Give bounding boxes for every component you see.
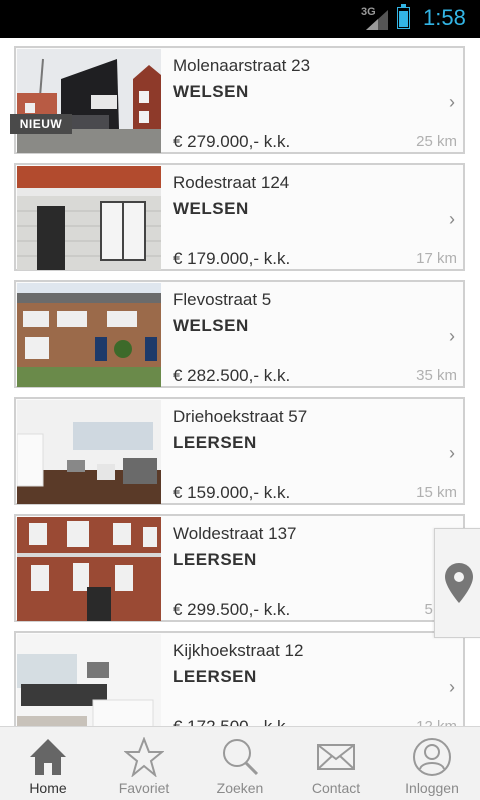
listing-street: Kijkhoekstraat 12 [173,641,304,660]
listing-street: Rodestraat 124 [173,173,290,192]
clock: 1:58 [423,5,466,30]
listing-card[interactable]: Driehoekstraat 57 LEERSEN € 159.000,- k.… [14,397,465,505]
envelope-icon [317,744,355,770]
listing-street: Flevostraat 5 [173,290,272,309]
listing-card[interactable]: Rodestraat 124 WELSEN € 179.000,- k.k. 1… [14,163,465,271]
nav-label: Favoriet [118,780,170,796]
listing-price: € 172.500,- k.k. [173,717,290,726]
listing-card[interactable]: Flevostraat 5 WELSEN € 282.500,- k.k. 35… [14,280,465,388]
chevron-right-icon: › [449,677,455,697]
listing-card[interactable]: Woldestraat 137 LEERSEN € 299.500,- k.k.… [14,514,465,622]
listing-price: € 179.000,- k.k. [173,249,291,268]
listing-city: WELSEN [173,316,249,335]
listing-price: € 279.000,- k.k. [173,132,291,151]
house-icon [30,739,66,775]
listing-distance: 15 km [416,484,457,501]
nav-zoeken[interactable]: Zoeken [192,727,288,800]
bottom-navigation: Home Favoriet Zoeken Contact Inloggen [0,726,480,800]
listing-city: WELSEN [173,199,249,218]
listing-distance: 25 km [416,133,457,150]
signal-icon [366,10,388,30]
listing-street: Driehoekstraat 57 [173,407,308,426]
nav-label: Zoeken [216,780,264,796]
status-bar: 3G 1:58 [0,0,480,38]
listing-city: LEERSEN [173,550,257,569]
search-icon [223,739,259,776]
nav-label: Inloggen [405,780,459,796]
listing-city: WELSEN [173,82,249,101]
listing-price: € 282.500,- k.k. [173,366,291,385]
listing-photo [17,517,161,621]
listing-city: LEERSEN [173,433,257,452]
listing-photo [17,634,161,726]
chevron-right-icon: › [449,209,455,229]
nav-label: Contact [311,780,361,796]
listing-city: LEERSEN [173,667,257,686]
chevron-right-icon: › [449,92,455,112]
new-badge: NIEUW [10,114,72,134]
listing-distance: 35 km [416,367,457,384]
listing-card[interactable]: Kijkhoekstraat 12 LEERSEN € 172.500,- k.… [14,631,465,726]
listing-photo [17,283,161,387]
listing-photo [17,49,161,153]
listing-price: € 299.500,- k.k. [173,600,291,619]
nav-inloggen[interactable]: Inloggen [384,727,480,800]
map-pin-icon [445,563,473,603]
listing-distance: 12 km [416,718,457,726]
listing-street: Woldestraat 137 [173,524,297,543]
nav-home[interactable]: Home [0,727,96,800]
listing-street: Molenaarstraat 23 [173,56,311,75]
listing-photo [17,166,161,270]
star-icon [124,737,164,777]
chevron-right-icon: › [449,326,455,346]
nav-label: Home [29,780,67,796]
listing-distance: 17 km [416,250,457,267]
listing-card[interactable]: Molenaarstraat 23 WELSEN € 279.000,- k.k… [14,46,465,154]
nav-contact[interactable]: Contact [288,727,384,800]
nav-favoriet[interactable]: Favoriet [96,727,192,800]
map-view-button[interactable] [434,528,480,638]
chevron-right-icon: › [449,443,455,463]
user-icon [413,738,451,776]
listing-photo [17,400,161,504]
battery-icon [397,4,410,29]
listing-price: € 159.000,- k.k. [173,483,291,502]
listing-list[interactable]: Molenaarstraat 23 WELSEN € 279.000,- k.k… [0,38,480,726]
